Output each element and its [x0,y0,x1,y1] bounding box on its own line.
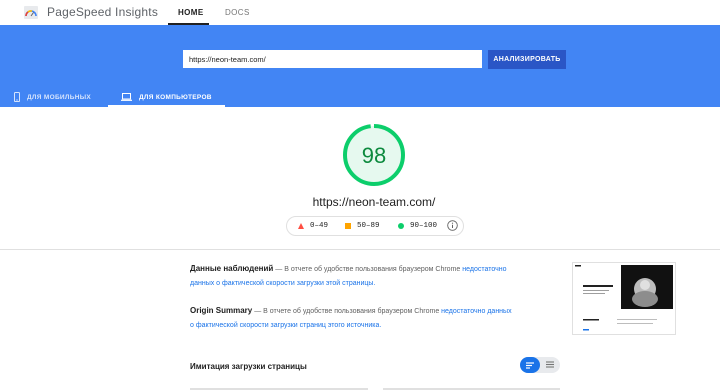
list-view-icon [526,362,534,369]
url-hero-panel: АНАЛИЗИРОВАТЬ ДЛЯ МОБИЛЬНЫХ ДЛЯ КОМПЬЮТЕ… [0,25,720,107]
top-bar: PageSpeed Insights HOME DOCS [0,0,720,25]
field-data-section: Данные наблюдений — В отчете об удобстве… [190,262,545,291]
pagespeed-logo-icon [24,6,38,19]
tab-mobile[interactable]: ДЛЯ МОБИЛЬНЫХ [14,87,91,107]
field-data-link-1[interactable]: недостаточно [462,266,506,273]
field-data-title: Данные наблюдений [190,264,274,273]
legend-item-average: 50–89 [345,222,380,230]
origin-summary-link-1[interactable]: недостаточно данных [441,308,511,315]
detail-view-icon[interactable] [540,357,560,373]
circle-icon [398,223,404,229]
origin-summary-text: В отчете об удобстве пользования браузер… [263,308,440,315]
field-data-link-2[interactable]: данных о фактической скорости загрузки э… [190,280,375,287]
view-toggle[interactable] [520,357,560,373]
tab-mobile-label: ДЛЯ МОБИЛЬНЫХ [27,93,92,101]
origin-summary-link-2[interactable]: о фактической скорости загрузки страниц … [190,322,381,329]
performance-score: 98 [361,143,387,168]
legend-pass-range: 90–100 [410,222,438,230]
app-title: PageSpeed Insights [47,5,159,19]
info-icon[interactable] [447,220,458,231]
nav-home-link[interactable]: HOME [178,8,204,17]
thumbnail-image [573,263,675,334]
laptop-icon [121,93,132,101]
url-input[interactable] [183,50,482,68]
legend-item-fail: 0–49 [298,222,328,230]
legend-item-pass: 90–100 [398,222,437,230]
tab-active-underline [108,105,225,107]
view-toggle-list-option[interactable] [520,357,540,373]
nav-docs-link[interactable]: DOCS [225,8,250,17]
square-icon [345,223,351,229]
origin-summary-dash: — [254,308,262,315]
field-data-dash: — [275,266,283,273]
mobile-phone-icon [14,92,20,102]
origin-summary-section: Origin Summary — В отчете об удобстве по… [190,304,545,333]
section-divider [0,249,720,250]
score-legend: 0–49 50–89 90–100 [286,216,464,236]
origin-summary-title: Origin Summary [190,306,253,315]
tab-desktop[interactable]: ДЛЯ КОМПЬЮТЕРОВ [121,87,212,107]
analyze-button[interactable]: АНАЛИЗИРОВАТЬ [488,50,566,69]
field-data-text: В отчете об удобстве пользования браузер… [284,266,461,273]
legend-fail-range: 0–49 [310,222,329,230]
lab-data-title: Имитация загрузки страницы [190,362,307,371]
triangle-icon [298,223,304,229]
tested-url: https://neon-team.com/ [312,195,436,209]
page-screenshot-thumbnail [572,262,676,335]
tab-desktop-label: ДЛЯ КОМПЬЮТЕРОВ [139,93,212,101]
legend-average-range: 50–89 [357,222,380,230]
